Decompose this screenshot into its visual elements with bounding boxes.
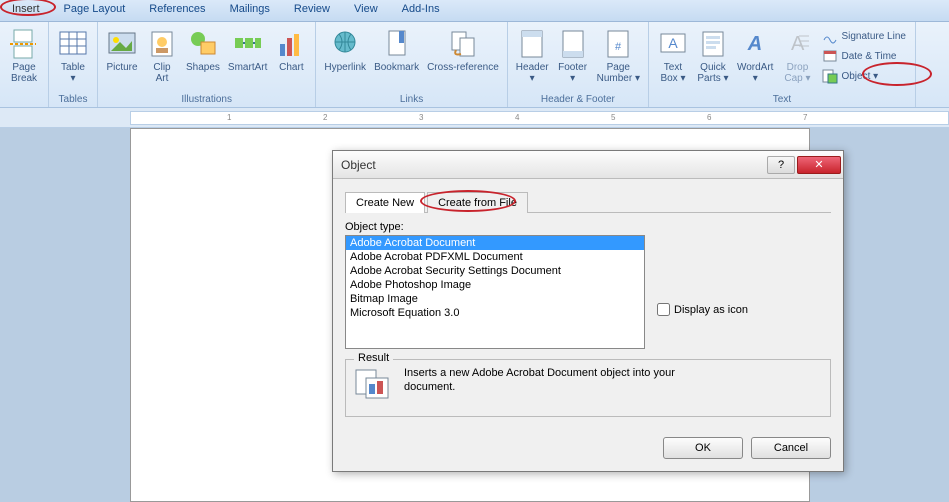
bookmark-button[interactable]: Bookmark bbox=[370, 24, 423, 93]
page-break-icon bbox=[8, 28, 40, 60]
horizontal-ruler[interactable]: 1 2 3 4 5 6 7 bbox=[130, 111, 949, 125]
object-button[interactable]: Object ▾ bbox=[819, 66, 909, 86]
group-tables: Table ▾ Tables bbox=[49, 22, 98, 107]
group-label-illustrations: Illustrations bbox=[102, 93, 311, 107]
wordart-icon: A bbox=[739, 28, 771, 60]
clipart-icon bbox=[146, 28, 178, 60]
result-text: Inserts a new Adobe Acrobat Document obj… bbox=[404, 366, 684, 394]
text-box-button[interactable]: AText Box ▾ bbox=[653, 24, 693, 93]
display-as-icon-input[interactable] bbox=[657, 303, 670, 316]
drop-cap-button[interactable]: ADrop Cap ▾ bbox=[777, 24, 817, 93]
list-item[interactable]: Microsoft Equation 3.0 bbox=[346, 306, 644, 320]
cross-reference-button[interactable]: Cross-reference bbox=[423, 24, 503, 93]
list-item[interactable]: Bitmap Image bbox=[346, 292, 644, 306]
signature-line-button[interactable]: Signature Line bbox=[819, 26, 909, 46]
page-number-button[interactable]: #Page Number ▾ bbox=[593, 24, 644, 93]
result-icon bbox=[354, 366, 394, 402]
group-illustrations: Picture Clip Art Shapes SmartArt Chart I… bbox=[98, 22, 316, 107]
list-item[interactable]: Adobe Acrobat Document bbox=[346, 236, 644, 250]
date-time-icon bbox=[822, 48, 838, 64]
tab-references[interactable]: References bbox=[137, 0, 217, 21]
quick-parts-button[interactable]: Quick Parts ▾ bbox=[693, 24, 733, 93]
wordart-button[interactable]: AWordArt ▾ bbox=[733, 24, 778, 93]
bookmark-icon bbox=[381, 28, 413, 60]
chart-button[interactable]: Chart bbox=[271, 24, 311, 93]
dialog-title: Object bbox=[341, 158, 765, 172]
ribbon: Page Break Table ▾ Tables Picture Clip A… bbox=[0, 22, 949, 108]
ok-button[interactable]: OK bbox=[663, 437, 743, 459]
result-legend: Result bbox=[354, 352, 393, 364]
picture-icon bbox=[106, 28, 138, 60]
shapes-button[interactable]: Shapes bbox=[182, 24, 224, 93]
dialog-titlebar[interactable]: Object ? ✕ bbox=[333, 151, 843, 179]
table-icon bbox=[57, 28, 89, 60]
svg-text:A: A bbox=[668, 35, 678, 51]
tab-mailings[interactable]: Mailings bbox=[218, 0, 282, 21]
header-icon bbox=[516, 28, 548, 60]
table-button[interactable]: Table ▾ bbox=[53, 24, 93, 93]
cancel-button[interactable]: Cancel bbox=[751, 437, 831, 459]
ribbon-tabs: Insert Page Layout References Mailings R… bbox=[0, 0, 949, 22]
picture-button[interactable]: Picture bbox=[102, 24, 142, 93]
result-group: Result Inserts a new Adobe Acrobat Docum… bbox=[345, 359, 831, 417]
object-dialog: Object ? ✕ Create New Create from File O… bbox=[332, 150, 844, 472]
header-button[interactable]: Header ▾ bbox=[512, 24, 553, 93]
group-pages: Page Break bbox=[0, 22, 49, 107]
tab-view[interactable]: View bbox=[342, 0, 390, 21]
smartart-button[interactable]: SmartArt bbox=[224, 24, 271, 93]
tab-page-layout[interactable]: Page Layout bbox=[52, 0, 138, 21]
page-number-icon: # bbox=[602, 28, 634, 60]
chart-icon bbox=[275, 28, 307, 60]
dialog-help-button[interactable]: ? bbox=[767, 156, 795, 174]
dialog-tabs: Create New Create from File bbox=[345, 191, 831, 213]
tab-addins[interactable]: Add-Ins bbox=[390, 0, 452, 21]
group-label-header-footer: Header & Footer bbox=[512, 93, 644, 107]
tab-create-from-file[interactable]: Create from File bbox=[427, 192, 528, 213]
text-box-icon: A bbox=[657, 28, 689, 60]
list-item[interactable]: Adobe Photoshop Image bbox=[346, 278, 644, 292]
dialog-close-button[interactable]: ✕ bbox=[797, 156, 841, 174]
group-label-tables: Tables bbox=[53, 93, 93, 107]
cross-reference-icon bbox=[447, 28, 479, 60]
shapes-icon bbox=[187, 28, 219, 60]
display-as-icon-checkbox[interactable]: Display as icon bbox=[657, 303, 748, 316]
object-type-listbox[interactable]: Adobe Acrobat Document Adobe Acrobat PDF… bbox=[345, 235, 645, 349]
group-header-footer: Header ▾ Footer ▾ #Page Number ▾ Header … bbox=[508, 22, 649, 107]
tab-review[interactable]: Review bbox=[282, 0, 342, 21]
smartart-icon bbox=[232, 28, 264, 60]
list-item[interactable]: Adobe Acrobat Security Settings Document bbox=[346, 264, 644, 278]
list-item[interactable]: Adobe Acrobat PDFXML Document bbox=[346, 250, 644, 264]
page-break-button[interactable]: Page Break bbox=[4, 24, 44, 93]
svg-text:#: # bbox=[615, 41, 622, 53]
object-icon bbox=[822, 68, 838, 84]
clipart-button[interactable]: Clip Art bbox=[142, 24, 182, 93]
signature-icon bbox=[822, 28, 838, 44]
quick-parts-icon bbox=[697, 28, 729, 60]
svg-text:A: A bbox=[747, 33, 762, 55]
hyperlink-button[interactable]: Hyperlink bbox=[320, 24, 370, 93]
group-text: AText Box ▾ Quick Parts ▾ AWordArt ▾ ADr… bbox=[649, 22, 916, 107]
hyperlink-icon bbox=[329, 28, 361, 60]
footer-button[interactable]: Footer ▾ bbox=[553, 24, 593, 93]
ruler-area: 1 2 3 4 5 6 7 bbox=[0, 108, 949, 128]
footer-icon bbox=[557, 28, 589, 60]
tab-insert[interactable]: Insert bbox=[0, 0, 52, 21]
object-type-label: Object type: bbox=[345, 221, 831, 233]
group-label-text: Text bbox=[653, 93, 911, 107]
tab-create-new[interactable]: Create New bbox=[345, 192, 425, 213]
group-label-links: Links bbox=[320, 93, 502, 107]
group-links: Hyperlink Bookmark Cross-reference Links bbox=[316, 22, 507, 107]
drop-cap-icon: A bbox=[781, 28, 813, 60]
date-time-button[interactable]: Date & Time bbox=[819, 46, 909, 66]
